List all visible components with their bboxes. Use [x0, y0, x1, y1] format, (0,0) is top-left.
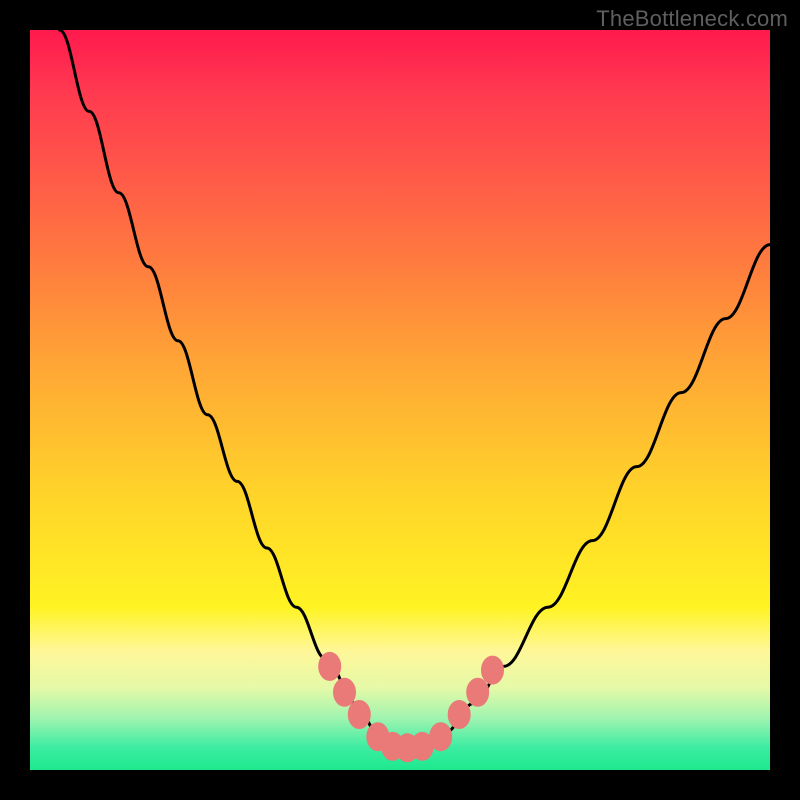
curve-marker [334, 678, 356, 706]
bottleneck-curve-line [60, 30, 770, 748]
bottleneck-curve-svg [30, 30, 770, 770]
curve-marker [348, 701, 370, 729]
curve-marker [430, 723, 452, 751]
curve-marker [467, 678, 489, 706]
curve-markers [319, 652, 504, 761]
curve-marker [448, 701, 470, 729]
chart-plot-area [30, 30, 770, 770]
curve-marker [482, 656, 504, 684]
watermark-label: TheBottleneck.com [596, 6, 788, 32]
curve-marker [319, 652, 341, 680]
